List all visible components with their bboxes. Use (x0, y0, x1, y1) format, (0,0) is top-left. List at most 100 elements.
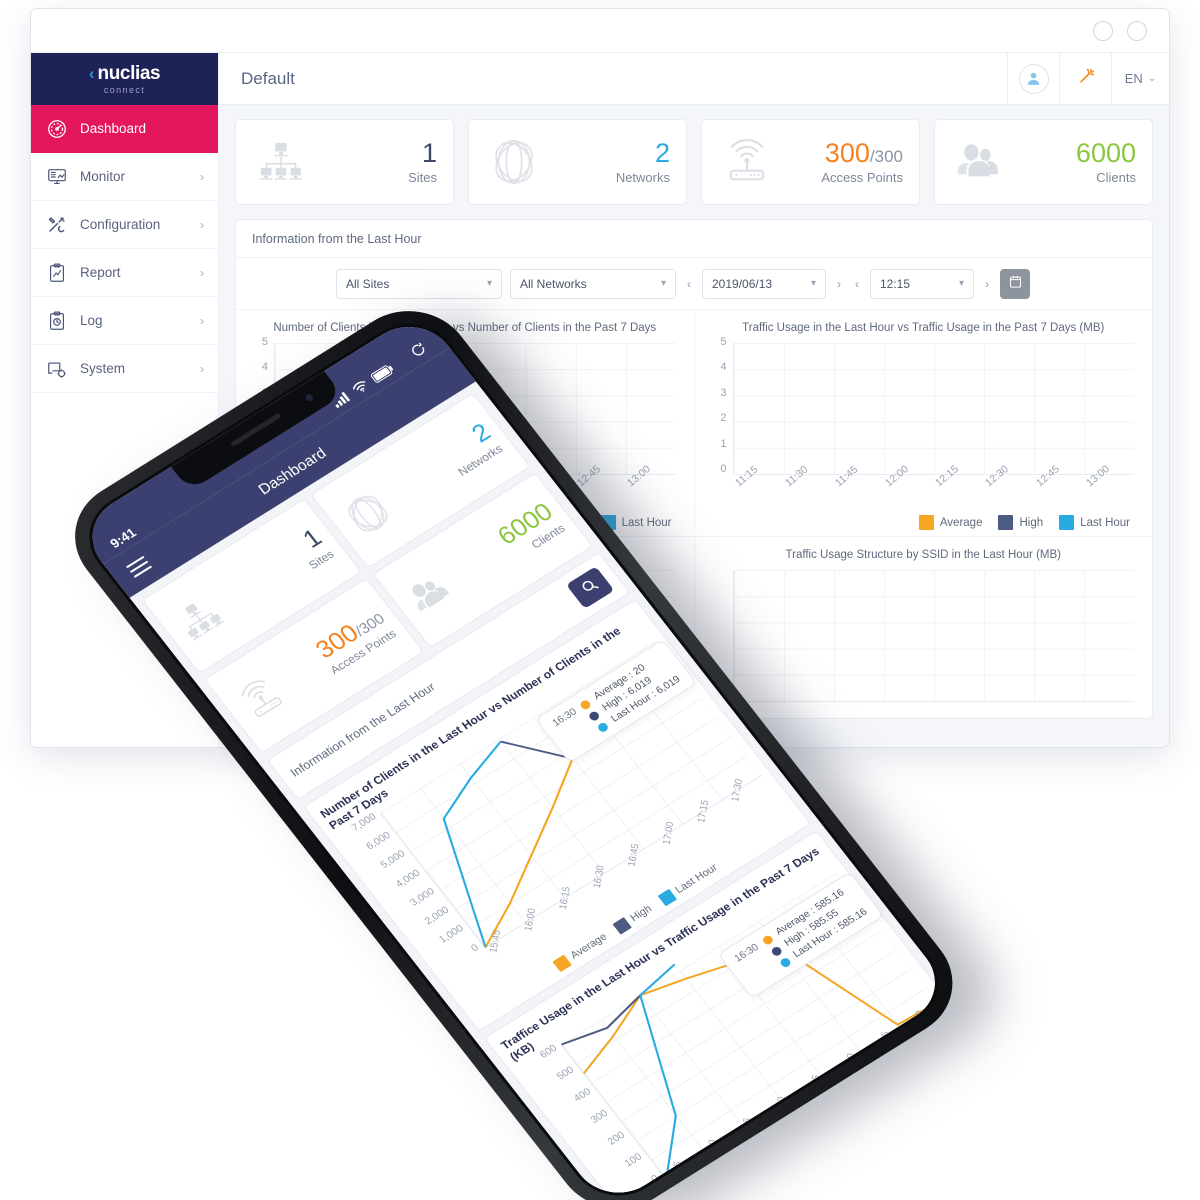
language-label: EN (1124, 71, 1143, 86)
legend-label: Last Hour (673, 861, 721, 897)
date-next-button[interactable]: › (834, 277, 844, 291)
sidebar-item-system[interactable]: System › (31, 345, 218, 393)
chart-traffic-structure-ssid: Traffic Usage Structure by SSID in the L… (693, 537, 1153, 702)
x-tick: 17:00 (841, 1052, 857, 1077)
x-tick: 16:00 (522, 907, 538, 933)
charts-row-2: Traffic Usage Structure by SSID in the L… (236, 536, 1152, 702)
window-titlebar (31, 9, 1169, 53)
chevron-down-icon: ⌄ (1147, 73, 1157, 84)
calendar-go-button[interactable] (1000, 268, 1030, 299)
log-icon (45, 309, 69, 333)
chevron-right-icon: › (200, 169, 204, 184)
chart-title: Traffic Usage Structure by SSID in the L… (785, 549, 1061, 561)
brand-logo[interactable]: ‹ nuclias connect (31, 53, 218, 105)
y-tick: 0 (649, 1173, 662, 1186)
sites-network-icon (252, 135, 310, 189)
chart-grid (274, 570, 676, 702)
stat-card-networks[interactable]: 2 Networks (468, 119, 687, 205)
chevron-down-icon: ▾ (958, 278, 964, 289)
stat-value: 6000 (1075, 138, 1136, 168)
legend-swatch (657, 888, 677, 907)
monitor-icon (45, 165, 69, 189)
x-axis-ticks: 15:45 16:00 16:15 16:30 16:45 17:00 17:1… (445, 776, 787, 1006)
x-tick: 16:45 (625, 842, 642, 868)
sidebar-item-label: Log (80, 313, 103, 328)
x-tick: 15:45 (487, 928, 504, 954)
magic-wand-icon (1076, 66, 1096, 91)
sidebar-item-label: System (80, 361, 126, 376)
phone-chart-plot: 600 500 400 300 200 100 0 16:30 Average … (517, 871, 943, 1200)
tooltip-row: High : 585.55 (782, 907, 841, 949)
sidebar-item-label: Dashboard (80, 121, 147, 136)
sidebar-item-report[interactable]: Report › (31, 249, 218, 297)
legend-item[interactable]: Last Hour (657, 861, 721, 907)
y-axis-ticks: 600 500 400 300 200 100 0 (517, 1040, 666, 1200)
screenshot-root: ‹ nuclias connect Dashboard Monitor › Co… (0, 0, 1200, 1200)
chart-grid (732, 570, 1134, 702)
user-account-button[interactable] (1007, 52, 1059, 105)
x-tick: 16:30 (772, 1095, 788, 1121)
x-tick: 16:45 (806, 1073, 823, 1099)
site-select[interactable]: All Sites ▾ (336, 268, 502, 299)
sidebar-item-monitor[interactable]: Monitor › (31, 153, 218, 201)
y-tick: 2 (720, 412, 727, 425)
sidebar-item-dashboard[interactable]: Dashboard (31, 105, 218, 153)
stat-label: Clients (1096, 170, 1136, 186)
x-axis-ticks: 15:45 16:00 16:15 16:30 16:45 17:00 17:1… (626, 1007, 953, 1200)
y-tick: 5 (720, 336, 727, 348)
sidebar-item-log[interactable]: Log › (31, 297, 218, 345)
series-average-line (561, 872, 938, 1174)
stat-cards: 1 Sites 2 Networks 300/300 Access Points… (235, 119, 1153, 205)
minimize-circle-icon[interactable] (1093, 20, 1113, 41)
sidebar-item-configuration[interactable]: Configuration › (31, 201, 218, 249)
y-tick: 300 (588, 1108, 611, 1126)
stat-value: 300/300 (824, 138, 903, 168)
legend-label: Average (568, 930, 610, 962)
x-tick: 15:45 (668, 1160, 685, 1185)
y-axis-ticks (713, 563, 733, 702)
sidebar-item-label: Monitor (80, 169, 126, 184)
information-panel: Information from the Last Hour All Sites… (235, 219, 1153, 719)
brand-subtitle: connect (103, 84, 146, 95)
page-title: Default (241, 68, 295, 88)
maximize-circle-icon[interactable] (1127, 20, 1147, 41)
stat-card-clients[interactable]: 6000 Clients (934, 119, 1153, 205)
date-prev-button[interactable]: ‹ (684, 277, 694, 291)
topbar: Default EN ⌄ (219, 52, 1169, 105)
user-avatar-icon (1018, 63, 1049, 94)
site-select-value: All Sites (346, 276, 390, 291)
stat-card-access-points[interactable]: 300/300 Access Points (701, 119, 920, 205)
y-tick: 1,000 (437, 923, 467, 946)
chevron-right-icon: › (200, 313, 204, 328)
y-tick: 400 (571, 1086, 594, 1105)
date-select[interactable]: 2019/06/13 ▾ (702, 268, 826, 299)
time-select[interactable]: 12:15 ▾ (870, 268, 974, 299)
chevron-down-icon: ▾ (486, 278, 492, 289)
tooltip-dot (769, 945, 783, 958)
x-tick: 16:00 (702, 1138, 719, 1164)
phone-chart-title: Traffice Usage in the Last Hour vs Traff… (499, 845, 822, 1064)
chart-grid: 16:30 Average : 585.16 High : 585.55 Las… (560, 871, 943, 1180)
x-tick: 17:15 (875, 1030, 892, 1056)
legend-item[interactable]: High (612, 902, 655, 935)
sidebar: ‹ nuclias connect Dashboard Monitor › Co… (31, 53, 219, 747)
y-tick: 2,000 (422, 904, 452, 928)
stat-card-sites[interactable]: 1 Sites (235, 119, 454, 205)
sidebar-item-label: Configuration (80, 217, 161, 232)
chart-plot-area (254, 570, 676, 702)
x-axis-ticks: 11:15 11:30 11:45 12:00 12:15 12:30 12:4… (254, 463, 676, 519)
x-tick: 17:00 (660, 820, 677, 846)
phone-chart-legend: Average High Last Hour (470, 808, 800, 1023)
chevron-left-icon: ‹ (88, 63, 95, 83)
time-value: 12:15 (880, 276, 911, 291)
language-selector[interactable]: EN ⌄ (1111, 52, 1169, 105)
access-point-icon (718, 135, 776, 189)
chart-series-svg (561, 872, 942, 1179)
time-next-button[interactable]: › (982, 277, 992, 291)
time-prev-button[interactable]: ‹ (852, 277, 862, 291)
legend-item[interactable]: Average (552, 931, 610, 972)
y-tick: 2 (261, 412, 268, 425)
y-tick: 600 (537, 1042, 560, 1061)
network-select[interactable]: All Networks ▾ (510, 268, 676, 299)
magic-wand-button[interactable] (1059, 52, 1111, 105)
